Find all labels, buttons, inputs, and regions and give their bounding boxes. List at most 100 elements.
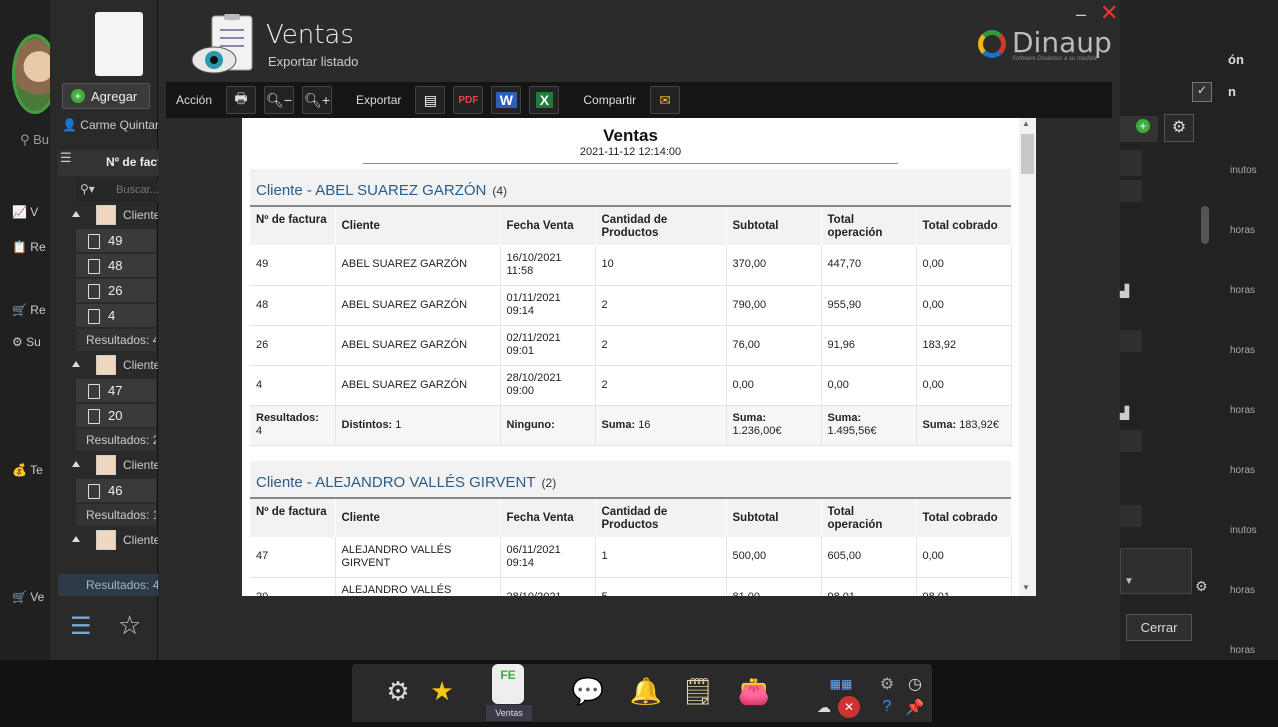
action-toolbar: Acción 🖶 🔍︎− 🔍︎+ Exportar ▤ PDF W X Comp… bbox=[166, 82, 1112, 118]
export-generic-button[interactable]: ▤ bbox=[415, 86, 446, 114]
envelope-icon: ✉ bbox=[659, 91, 671, 108]
export-list-icon bbox=[190, 14, 262, 78]
star-app-icon[interactable]: ★ bbox=[424, 672, 460, 710]
sidebar-search[interactable]: ⚲ Bu bbox=[20, 132, 49, 148]
column-header: Cantidad de Productos bbox=[595, 207, 727, 245]
zoom-out-icon: 🔍︎− bbox=[266, 91, 292, 108]
wallet-app-icon[interactable]: 👛 bbox=[736, 672, 772, 710]
export-excel-button[interactable]: X bbox=[529, 86, 560, 114]
export-label: Exportar bbox=[356, 93, 402, 107]
report-table: Nº de factura Cliente Fecha Venta Cantid… bbox=[250, 207, 1012, 446]
print-button[interactable]: 🖶 bbox=[226, 86, 257, 114]
bg-label: horas bbox=[1230, 345, 1256, 356]
sidebar-item-ve[interactable]: 🛒 Ve bbox=[12, 590, 44, 604]
list-item[interactable]: 48 bbox=[76, 254, 156, 278]
column-header[interactable]: Nº de fact bbox=[58, 150, 158, 176]
zoom-in-button[interactable]: 🔍︎+ bbox=[302, 86, 333, 114]
sidebar-item-v[interactable]: 📈 V bbox=[12, 205, 38, 219]
table-row: 26 ABEL SUAREZ GARZÓN 02/11/2021 09:01 2 76,… bbox=[250, 325, 1012, 366]
group-title: Cliente - ABEL SUAREZ GARZÓN (4) bbox=[250, 169, 1011, 207]
gear-icon[interactable]: ⚙ bbox=[1164, 114, 1194, 142]
list-view-icon[interactable]: ☰ bbox=[70, 612, 92, 641]
collapse-icon bbox=[72, 361, 80, 367]
list-item[interactable]: 26 bbox=[76, 279, 156, 303]
add-button[interactable]: + Agregar bbox=[62, 83, 150, 109]
column-header: Subtotal bbox=[726, 499, 822, 537]
ventas-app-icon[interactable]: FE bbox=[492, 664, 524, 704]
table-footer-row: Resultados: 4 Distintos: 1 Ninguno: Suma:… bbox=[250, 405, 1012, 446]
clock-icon[interactable]: ◷ bbox=[904, 672, 926, 696]
bg-label: horas bbox=[1230, 225, 1256, 236]
client-avatar-icon bbox=[96, 205, 116, 225]
gear-icon[interactable]: ⚙ bbox=[1195, 578, 1208, 595]
table-header-row: Nº de factura Cliente Fecha Venta Cantid… bbox=[250, 499, 1012, 537]
pdf-icon: PDF bbox=[458, 94, 479, 106]
report-preview[interactable]: Ventas 2021-11-12 12:14:00 Cliente - ABE… bbox=[242, 118, 1036, 596]
column-header: Total cobrado bbox=[916, 499, 1012, 537]
list-item[interactable]: 49 bbox=[76, 229, 156, 253]
export-pdf-button[interactable]: PDF bbox=[453, 86, 484, 114]
column-header: Fecha Venta bbox=[500, 499, 596, 537]
collapse-icon bbox=[72, 461, 80, 467]
word-icon: W bbox=[495, 92, 517, 108]
menu-icon[interactable]: ☰ bbox=[60, 150, 72, 166]
dialog-subtitle: Exportar listado bbox=[268, 54, 359, 69]
cloud-upload-icon[interactable]: ☁ bbox=[812, 696, 836, 718]
bg-dropdown[interactable] bbox=[1120, 548, 1192, 594]
sidebar-item-re2[interactable]: 🛒 Re bbox=[12, 303, 46, 317]
column-header: Total operación bbox=[821, 499, 917, 537]
gear-icon[interactable]: ⚙ bbox=[876, 672, 898, 696]
zoom-out-button[interactable]: 🔍︎− bbox=[264, 86, 295, 114]
user-filter[interactable]: 👤 Carme Quintar bbox=[62, 118, 158, 136]
group-header[interactable]: Cliente bbox=[68, 529, 158, 551]
column-header: Total operación bbox=[821, 207, 917, 245]
brand-logo: Dinaup bbox=[1012, 26, 1112, 59]
star-icon[interactable]: ☆ bbox=[118, 610, 141, 641]
export-doc-icon: ▤ bbox=[423, 91, 437, 108]
network-grid-icon[interactable]: ▦▦ bbox=[816, 672, 866, 696]
group-header[interactable]: Cliente bbox=[68, 204, 158, 226]
group-header[interactable]: Cliente bbox=[68, 354, 158, 376]
scroll-up-icon[interactable]: ▲ bbox=[1022, 119, 1030, 128]
bg-label: horas bbox=[1230, 405, 1256, 416]
group-header[interactable]: Cliente bbox=[68, 454, 158, 476]
client-avatar-icon bbox=[96, 355, 116, 375]
sidebar-item-re[interactable]: 📋 Re bbox=[12, 240, 46, 254]
plus-icon: + bbox=[71, 89, 85, 103]
list-item[interactable]: 47 bbox=[76, 379, 156, 403]
bg-label: horas bbox=[1230, 285, 1256, 296]
error-icon[interactable]: ✕ bbox=[838, 696, 860, 718]
bell-app-icon[interactable]: 🔔 bbox=[628, 672, 664, 710]
export-word-button[interactable]: W bbox=[491, 86, 522, 114]
list-item[interactable]: 46 bbox=[76, 479, 156, 503]
bg-row bbox=[1120, 430, 1142, 452]
bg-label: n bbox=[1228, 84, 1236, 99]
checkbox[interactable]: ✓ bbox=[1192, 82, 1212, 102]
help-icon[interactable]: ? bbox=[876, 696, 898, 718]
scroll-down-icon[interactable]: ▼ bbox=[1022, 583, 1030, 592]
report-scrollbar[interactable] bbox=[1019, 118, 1036, 596]
plus-icon[interactable]: + bbox=[1136, 119, 1150, 133]
table-row: 49 ABEL SUAREZ GARZÓN 16/10/2021 11:58 10 37… bbox=[250, 245, 1012, 286]
close-icon[interactable]: ✕ bbox=[1100, 0, 1118, 26]
sidebar-item-su[interactable]: ⚙ Su bbox=[12, 335, 41, 349]
group-results: Resultados: 2 bbox=[76, 429, 156, 451]
bg-scrollbar[interactable] bbox=[1201, 206, 1209, 244]
bar-chart-icon: ▟ bbox=[1120, 284, 1130, 298]
chevron-down-icon[interactable]: ▼ bbox=[1124, 576, 1134, 587]
notes-app-icon[interactable]: 🗒 bbox=[680, 672, 716, 710]
total-results: Resultados: 4 bbox=[58, 574, 158, 596]
share-email-button[interactable]: ✉ bbox=[650, 86, 681, 114]
cart-icon: 🛒 bbox=[12, 303, 27, 317]
list-item[interactable]: 4 bbox=[76, 304, 156, 328]
list-item[interactable]: 20 bbox=[76, 404, 156, 428]
scrollbar-thumb[interactable] bbox=[1021, 134, 1034, 174]
chat-app-icon[interactable]: 💬 bbox=[562, 672, 614, 710]
close-button[interactable]: Cerrar bbox=[1126, 614, 1192, 641]
settings-app-icon[interactable]: ⚙ bbox=[380, 672, 416, 710]
group-title: Cliente - ALEJANDRO VALLÉS GIRVENT (2) bbox=[250, 461, 1011, 499]
minimize-button[interactable]: – bbox=[1076, 4, 1086, 25]
sidebar-item-te[interactable]: 💰 Te bbox=[12, 463, 43, 477]
chart-icon: 📈 bbox=[12, 205, 27, 219]
pin-icon[interactable]: 📌 bbox=[904, 696, 926, 718]
